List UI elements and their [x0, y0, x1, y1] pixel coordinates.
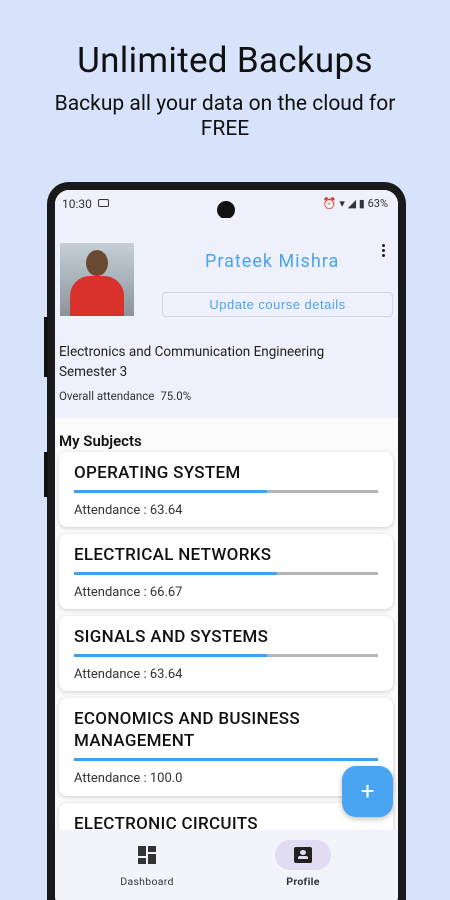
semester: Semester 3: [59, 364, 128, 380]
nav-label: Dashboard: [120, 875, 174, 888]
course-info: Electronics and Communication Engineerin…: [59, 342, 324, 382]
attendance-progress-fill: [74, 654, 268, 657]
course-name: Electronics and Communication Engineerin…: [59, 344, 325, 360]
phone-frame: 10:30 ⏰ ▾ ◢ ▮ 63% Prateek Mishra Update …: [44, 182, 406, 900]
profile-name: Prateek Mishra: [205, 251, 340, 272]
dashboard-icon: [138, 846, 156, 864]
attendance-text: Attendance : 63.64: [74, 503, 183, 518]
subject-name: SIGNALS AND SYSTEMS: [74, 627, 269, 647]
app-screen: 10:30 ⏰ ▾ ◢ ▮ 63% Prateek Mishra Update …: [55, 190, 398, 900]
attendance-text: Attendance : 63.64: [74, 667, 183, 682]
battery-percent: 63%: [367, 197, 388, 210]
status-time: 10:30: [62, 197, 92, 211]
profile-icon: [294, 847, 312, 863]
attendance-progress-fill: [74, 758, 378, 761]
add-subject-button[interactable]: +: [342, 766, 393, 817]
volume-button: [44, 317, 48, 377]
nav-item-profile[interactable]: Profile: [243, 840, 363, 888]
overall-attendance-value: 75.0%: [160, 389, 192, 403]
attendance-text: Attendance : 66.67: [74, 585, 183, 600]
wifi-icon: ▾: [339, 197, 345, 210]
nav-label: Profile: [286, 875, 320, 888]
subject-name: OPERATING SYSTEM: [74, 463, 241, 483]
subject-name: ECONOMICS AND BUSINESS MANAGEMENT: [74, 709, 300, 751]
update-course-button[interactable]: Update course details: [162, 292, 393, 317]
attendance-progress-fill: [74, 490, 268, 493]
battery-icon: ▮: [358, 197, 365, 210]
nav-pill: [119, 840, 175, 870]
bottom-navigation: Dashboard Profile: [55, 830, 398, 900]
notification-icon: [98, 199, 109, 207]
subjects-heading: My Subjects: [59, 432, 142, 450]
signal-icon: ◢: [347, 197, 357, 210]
status-bar: 10:30 ⏰ ▾ ◢ ▮ 63%: [55, 190, 398, 219]
profile-section: Prateek Mishra Update course details Ele…: [55, 218, 398, 418]
subject-card[interactable]: OPERATING SYSTEM Attendance : 63.64: [59, 452, 393, 527]
overall-attendance-label: Overall attendance: [59, 389, 155, 403]
camera-cutout: [217, 201, 235, 219]
attendance-progress: [74, 758, 378, 761]
overall-attendance: Overall attendance 75.0%: [59, 389, 191, 403]
profile-photo[interactable]: [60, 243, 134, 316]
attendance-progress: [74, 490, 378, 493]
nav-item-dashboard[interactable]: Dashboard: [87, 840, 207, 888]
subject-card[interactable]: SIGNALS AND SYSTEMS Attendance : 63.64: [59, 616, 393, 691]
status-indicators: ⏰ ▾ ◢ ▮ 63%: [323, 197, 388, 210]
subject-name: ELECTRICAL NETWORKS: [74, 545, 272, 565]
alarm-icon: ⏰: [322, 197, 337, 210]
attendance-progress-fill: [74, 572, 277, 575]
attendance-progress: [74, 572, 378, 575]
subject-card[interactable]: ELECTRICAL NETWORKS Attendance : 66.67: [59, 534, 393, 609]
nav-pill: [275, 840, 331, 870]
attendance-progress: [74, 654, 378, 657]
power-button: [44, 452, 48, 497]
promo-title: Unlimited Backups: [77, 40, 373, 81]
more-options-icon[interactable]: [378, 242, 388, 260]
promo-subtitle: Backup all your data on the cloud for FR…: [54, 92, 396, 141]
